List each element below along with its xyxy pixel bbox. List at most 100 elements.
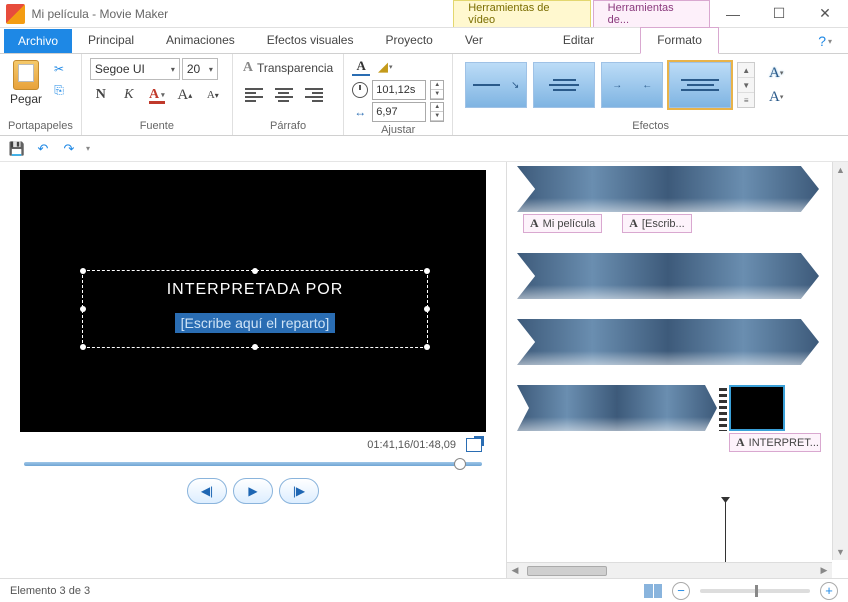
qat-customize[interactable]: ▾ <box>86 144 90 153</box>
paste-button[interactable]: Pegar <box>8 58 44 108</box>
group-adjust: A ◢▾ 101,12s ▲▼ ↔ 6,97 ▲▼ Ajustar <box>344 54 453 135</box>
status-text: Elemento 3 de 3 <box>10 585 90 597</box>
copy-button[interactable]: ⎘ <box>50 81 68 99</box>
caption-label-2[interactable]: A[Escrib... <box>622 214 691 233</box>
effect-split[interactable]: →← <box>601 62 663 108</box>
thumbnail-view-button[interactable] <box>644 584 662 598</box>
start-time-spinner[interactable]: ▲▼ <box>430 80 444 100</box>
time-display: 01:41,16/01:48,09 <box>367 439 456 451</box>
close-button[interactable]: ✕ <box>802 0 848 27</box>
caption-text-box[interactable]: INTERPRETADA POR [Escribe aquí el repart… <box>82 270 428 348</box>
group-label-paragraph: Párrafo <box>241 118 335 135</box>
video-preview[interactable]: INTERPRETADA POR [Escribe aquí el repart… <box>20 170 486 432</box>
paste-icon <box>13 60 39 90</box>
start-time-field[interactable]: 101,12s <box>372 80 426 100</box>
group-label-effects: Efectos <box>461 118 840 135</box>
save-button[interactable]: 💾 <box>8 140 26 158</box>
bold-button[interactable]: N <box>90 84 112 106</box>
paste-label: Pegar <box>10 92 42 106</box>
tab-proyecto[interactable]: Proyecto <box>369 28 448 53</box>
film-edge-icon <box>719 385 727 431</box>
seek-thumb[interactable] <box>454 458 466 470</box>
tab-efectos-visuales[interactable]: Efectos visuales <box>251 28 370 53</box>
play-button[interactable]: ▶ <box>233 478 273 504</box>
playhead[interactable] <box>725 502 726 568</box>
video-clip[interactable] <box>517 253 819 299</box>
text-effects-button[interactable]: A▾ <box>765 88 787 106</box>
font-color-button[interactable]: A▾ <box>146 84 168 106</box>
transparency-button[interactable]: A Transparencia <box>241 58 335 78</box>
grow-font-button[interactable]: A▴ <box>174 84 196 106</box>
timeline-pane: AMi película A[Escrib... AINTERPRET... ▲… <box>506 162 848 578</box>
fullscreen-button[interactable] <box>466 438 482 452</box>
group-effects: ↘ →← ▲▼≡ A▾ A▾ Efectos <box>453 54 848 135</box>
vertical-scrollbar[interactable]: ▲▼ <box>832 162 848 560</box>
context-tab-text[interactable]: Herramientas de... <box>593 0 710 27</box>
redo-button[interactable]: ↷ <box>60 140 78 158</box>
effect-center[interactable] <box>533 62 595 108</box>
zoom-in-button[interactable]: + <box>820 582 838 600</box>
group-label-font: Fuente <box>90 118 224 135</box>
font-family-combo[interactable]: Segoe UI▾ <box>90 58 180 80</box>
minimize-button[interactable]: — <box>710 0 756 27</box>
effect-fly-in-left[interactable]: ↘ <box>465 62 527 108</box>
tab-principal[interactable]: Principal <box>72 28 150 53</box>
video-clip[interactable] <box>517 385 717 431</box>
horizontal-scrollbar[interactable]: ◀▶ <box>507 562 832 578</box>
align-center-button[interactable] <box>271 84 297 106</box>
window-title: Mi película - Movie Maker <box>31 7 168 21</box>
group-paragraph: A Transparencia Párrafo <box>233 54 344 135</box>
text-outline-button[interactable]: A▾ <box>765 64 787 82</box>
zoom-out-button[interactable]: − <box>672 582 690 600</box>
caption-line-2[interactable]: [Escribe aquí el reparto] <box>175 313 336 333</box>
timeline-row-2[interactable] <box>517 253 848 299</box>
shrink-font-button[interactable]: A▾ <box>202 84 224 106</box>
maximize-button[interactable]: ☐ <box>756 0 802 27</box>
duration-field[interactable]: 6,97 <box>372 102 426 122</box>
cut-button[interactable]: ✂ <box>50 60 68 78</box>
duration-icon: ↔ <box>352 104 368 120</box>
caption-label-3[interactable]: AINTERPRET... <box>729 433 821 452</box>
tab-editar[interactable]: Editar <box>547 28 610 53</box>
seek-bar[interactable] <box>24 462 482 466</box>
timeline-row-4[interactable]: AINTERPRET... <box>517 385 848 452</box>
background-color-button[interactable]: ◢▾ <box>376 58 394 76</box>
timeline-row-3[interactable] <box>517 319 848 365</box>
font-size-value: 20 <box>187 62 200 76</box>
timeline-row-1[interactable]: AMi película A[Escrib... <box>517 166 848 233</box>
file-menu[interactable]: Archivo <box>4 29 72 53</box>
align-right-button[interactable] <box>301 84 327 106</box>
caption-label-1[interactable]: AMi película <box>523 214 602 233</box>
tab-ver[interactable]: Ver <box>449 28 499 53</box>
font-size-combo[interactable]: 20▾ <box>182 58 218 80</box>
transparency-label: Transparencia <box>257 61 333 75</box>
prev-frame-button[interactable]: ◀| <box>187 478 227 504</box>
effect-selected[interactable] <box>669 62 731 108</box>
zoom-slider[interactable] <box>700 589 810 593</box>
window-controls: — ☐ ✕ <box>710 0 848 27</box>
context-tab-video[interactable]: Herramientas de vídeo <box>453 0 590 27</box>
duration-spinner[interactable]: ▲▼ <box>430 102 444 122</box>
group-label-adjust: Ajustar <box>352 122 444 139</box>
quick-access-toolbar: 💾 ↶ ↷ ▾ <box>0 136 848 162</box>
next-frame-button[interactable]: |▶ <box>279 478 319 504</box>
tab-animaciones[interactable]: Animaciones <box>150 28 251 53</box>
preview-pane: INTERPRETADA POR [Escribe aquí el repart… <box>0 162 506 578</box>
italic-button[interactable]: K <box>118 84 140 106</box>
help-button[interactable]: ?▾ <box>812 29 838 53</box>
start-time-icon <box>352 82 368 98</box>
video-clip[interactable] <box>517 166 819 212</box>
contextual-tabs: Herramientas de vídeo Herramientas de... <box>453 0 710 27</box>
edit-text-button[interactable]: A <box>352 58 370 76</box>
undo-button[interactable]: ↶ <box>34 140 52 158</box>
group-font: Segoe UI▾ 20▾ N K A▾ A▴ A▾ Fuente <box>82 54 233 135</box>
font-family-value: Segoe UI <box>95 62 145 76</box>
effects-scroll[interactable]: ▲▼≡ <box>737 62 755 108</box>
title-clip[interactable] <box>729 385 785 431</box>
video-clip[interactable] <box>517 319 819 365</box>
status-bar: Elemento 3 de 3 − + <box>0 578 848 602</box>
title-bar: Mi película - Movie Maker Herramientas d… <box>0 0 848 28</box>
tab-formato[interactable]: Formato <box>640 27 719 54</box>
align-left-button[interactable] <box>241 84 267 106</box>
group-clipboard: Pegar ✂ ⎘ Portapapeles <box>0 54 82 135</box>
